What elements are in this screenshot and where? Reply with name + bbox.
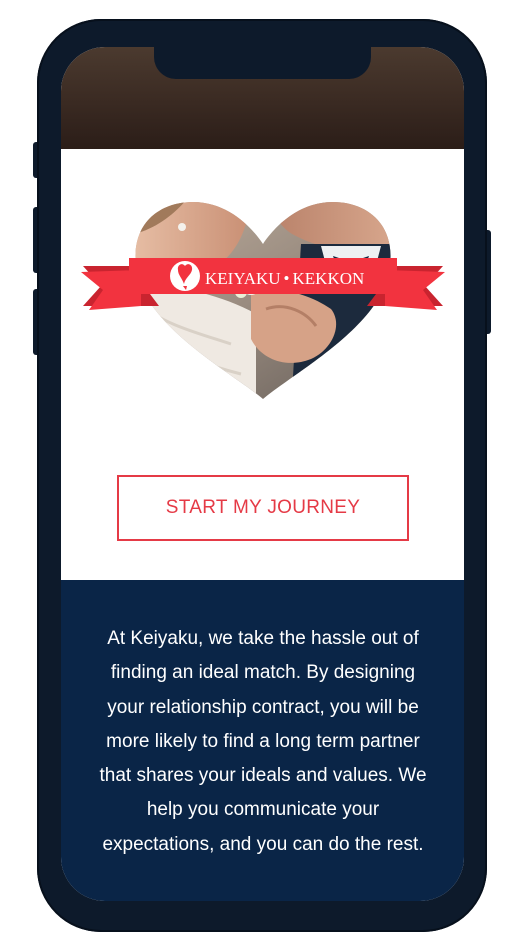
phone-notch <box>154 47 371 79</box>
svg-text:KEIYAKU•KEKKON: KEIYAKU • KEKKON <box>205 269 364 288</box>
brand-name-left: KEIYAKU <box>205 269 281 288</box>
brand-separator: • <box>284 269 290 288</box>
hero-section: KEIYAKU • KEKKON START MY JOURNEY <box>61 149 464 580</box>
phone-screen: KEIYAKU • KEKKON START MY JOURNEY At Keiya… <box>61 47 464 901</box>
heart-logo-image: KEIYAKU • KEKKON <box>81 202 445 399</box>
about-section: At Keiyaku, we take the hassle out of fi… <box>61 580 464 901</box>
brand-name-right: KEKKON <box>293 269 365 288</box>
about-paragraph: At Keiyaku, we take the hassle out of fi… <box>99 628 427 855</box>
start-journey-button[interactable]: START MY JOURNEY <box>117 475 409 541</box>
phone-mockup-stage: KEIYAKU • KEKKON START MY JOURNEY At Keiya… <box>0 0 524 952</box>
